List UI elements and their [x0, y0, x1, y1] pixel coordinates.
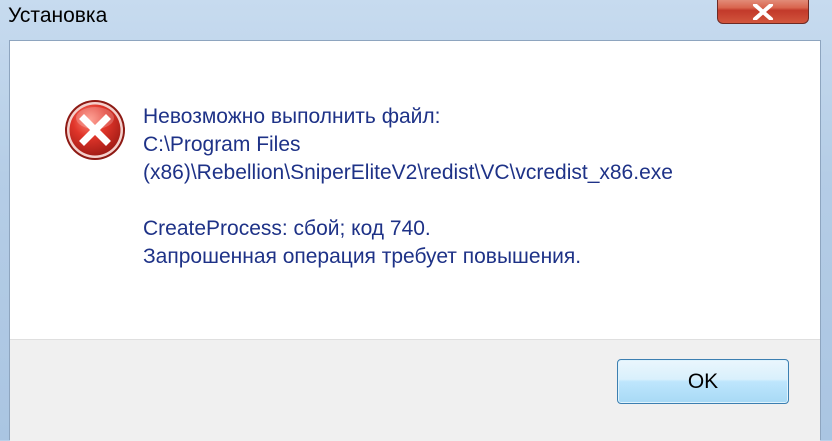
button-bar: OK	[10, 339, 820, 441]
error-line-code: CreateProcess: сбой; код 740.	[143, 217, 431, 240]
error-icon	[65, 100, 125, 160]
ok-button[interactable]: OK	[617, 359, 789, 404]
message-line-path-1: C:\Program Files	[143, 133, 301, 156]
error-message: Невозможно выполнить файл: C:\Program Fi…	[143, 103, 673, 271]
title-bar[interactable]: Установка	[0, 0, 832, 40]
message-area: Невозможно выполнить файл: C:\Program Fi…	[10, 41, 820, 339]
dialog-window: Установка Невозможно выполнить файл: C:\…	[0, 0, 832, 441]
window-title: Установка	[8, 4, 108, 27]
message-line-path-2: (x86)\Rebellion\SniperEliteV2\redist\VC\…	[143, 161, 673, 184]
message-line-title: Невозможно выполнить файл:	[143, 105, 441, 128]
error-line-elevation: Запрошенная операция требует повышения.	[143, 245, 582, 268]
close-button[interactable]	[717, 0, 809, 24]
dialog-client-area: Невозможно выполнить файл: C:\Program Fi…	[9, 40, 821, 441]
close-x-icon	[753, 4, 773, 20]
